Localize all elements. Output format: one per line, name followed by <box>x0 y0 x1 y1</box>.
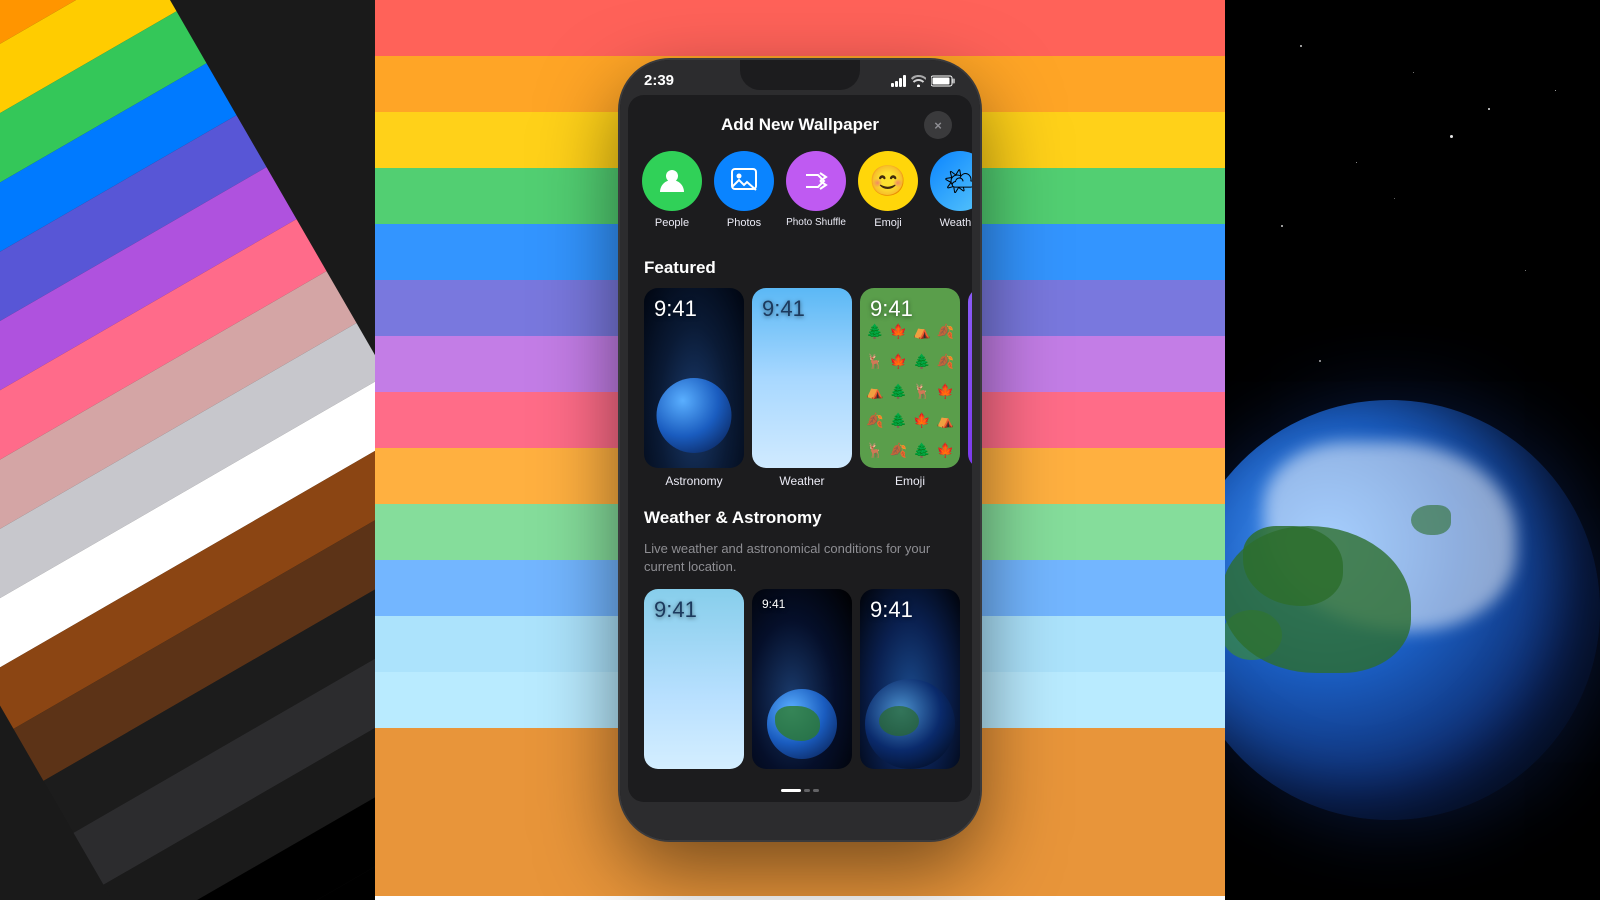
wallpaper-card-weather[interactable]: 9:41 Weather <box>752 288 852 488</box>
category-emoji[interactable]: 😊 Emoji <box>856 151 920 230</box>
photo-shuffle-label: Photo Shuffle <box>786 217 846 229</box>
astro-earth-time: 9:41 <box>762 597 785 611</box>
scroll-dot-2 <box>804 789 810 792</box>
featured-cards: 9:41 Astronomy 9:41 Weather <box>628 288 972 496</box>
category-row: People Photos <box>628 151 972 246</box>
signal-icon <box>891 75 906 87</box>
featured-section-title: Featured <box>628 246 972 288</box>
weather-astronomy-cards: 9:41 9:41 9:41 <box>628 589 972 783</box>
add-wallpaper-modal: Add New Wallpaper × People <box>628 95 972 802</box>
wallpaper-card-astronomy[interactable]: 9:41 Astronomy <box>644 288 744 488</box>
coastal-globe <box>865 679 955 769</box>
photos-icon-circle <box>714 151 774 211</box>
scroll-indicator <box>628 783 972 802</box>
photo-shuffle-icon-circle <box>786 151 846 211</box>
people-label: People <box>655 217 689 230</box>
left-rainbow-stripes <box>0 0 375 900</box>
people-icon <box>656 165 688 197</box>
emoji-label: Emoji <box>874 217 902 230</box>
weather-preview: 9:41 <box>752 288 852 468</box>
emoji-preview: 9:41 🌲🍁⛺🍂 🦌🍁🌲🍂 ⛺🌲🦌🍁 🍂🌲🍁⛺ 🦌🍂🌲🍁 <box>860 288 960 468</box>
astronomy-label: Astronomy <box>644 474 744 488</box>
phone-notch <box>740 60 860 90</box>
astronomy-time: 9:41 <box>654 296 697 322</box>
earth-mini-astronomy <box>657 378 732 453</box>
category-photo-shuffle[interactable]: Photo Shuffle <box>784 151 848 230</box>
wallpaper-astro-earth[interactable]: 9:41 <box>752 589 852 775</box>
weather-blue-preview: 9:41 <box>644 589 744 769</box>
earth-globe <box>1225 400 1600 900</box>
emoji-grid: 🌲🍁⛺🍂 🦌🍁🌲🍂 ⛺🌲🦌🍁 🍂🌲🍁⛺ 🦌🍂🌲🍁 <box>864 318 956 464</box>
people-icon-circle <box>642 151 702 211</box>
weather-blue-time: 9:41 <box>654 597 697 623</box>
status-icons <box>891 75 956 87</box>
emoji-time: 9:41 <box>870 296 913 321</box>
wallpaper-weather-blue[interactable]: 9:41 <box>644 589 744 775</box>
emoji-icon: 😊 <box>869 164 906 199</box>
coastal-preview: 9:41 <box>860 589 960 769</box>
coastal-time: 9:41 <box>870 597 913 623</box>
astro-earth-globe <box>767 689 837 759</box>
photos-label: Photos <box>727 217 761 230</box>
modal-header: Add New Wallpaper × <box>628 95 972 151</box>
scroll-dot-3 <box>813 789 819 792</box>
category-weather[interactable]: 🌤 Weath... <box>928 151 972 230</box>
close-button[interactable]: × <box>924 111 952 139</box>
modal-title: Add New Wallpaper <box>676 115 924 135</box>
weather-time: 9:41 <box>762 296 805 322</box>
weather-icon-circle: 🌤 <box>930 151 972 211</box>
weather-label: Weath... <box>940 217 972 230</box>
emoji-label: Emoji <box>860 474 960 488</box>
wallpaper-coastal[interactable]: 9:41 <box>860 589 960 775</box>
battery-icon <box>931 75 956 87</box>
status-time: 2:39 <box>644 72 674 89</box>
wallpaper-card-emoji[interactable]: 9:41 🌲🍁⛺🍂 🦌🍁🌲🍂 ⛺🌲🦌🍁 🍂🌲🍁⛺ 🦌🍂🌲🍁 Emoji <box>860 288 960 488</box>
astronomy-preview: 9:41 <box>644 288 744 468</box>
left-background <box>0 0 375 900</box>
photos-icon <box>728 165 760 197</box>
weather-astronomy-desc: Live weather and astronomical conditions… <box>628 538 972 588</box>
weather-astronomy-section-title: Weather & Astronomy <box>628 496 972 538</box>
scroll-dot-1 <box>781 789 801 792</box>
iphone-device: 2:39 <box>620 60 980 840</box>
right-background <box>1225 0 1600 900</box>
astro-earth-preview: 9:41 <box>752 589 852 769</box>
weather-icon: 🌤 <box>943 166 972 197</box>
emoji-icon-circle: 😊 <box>858 151 918 211</box>
partial-preview <box>968 288 972 468</box>
wallpaper-card-partial[interactable] <box>968 288 972 488</box>
category-photos[interactable]: Photos <box>712 151 776 230</box>
weather-label: Weather <box>752 474 852 488</box>
wifi-icon <box>911 75 926 87</box>
category-people[interactable]: People <box>640 151 704 230</box>
shuffle-icon <box>800 165 832 197</box>
